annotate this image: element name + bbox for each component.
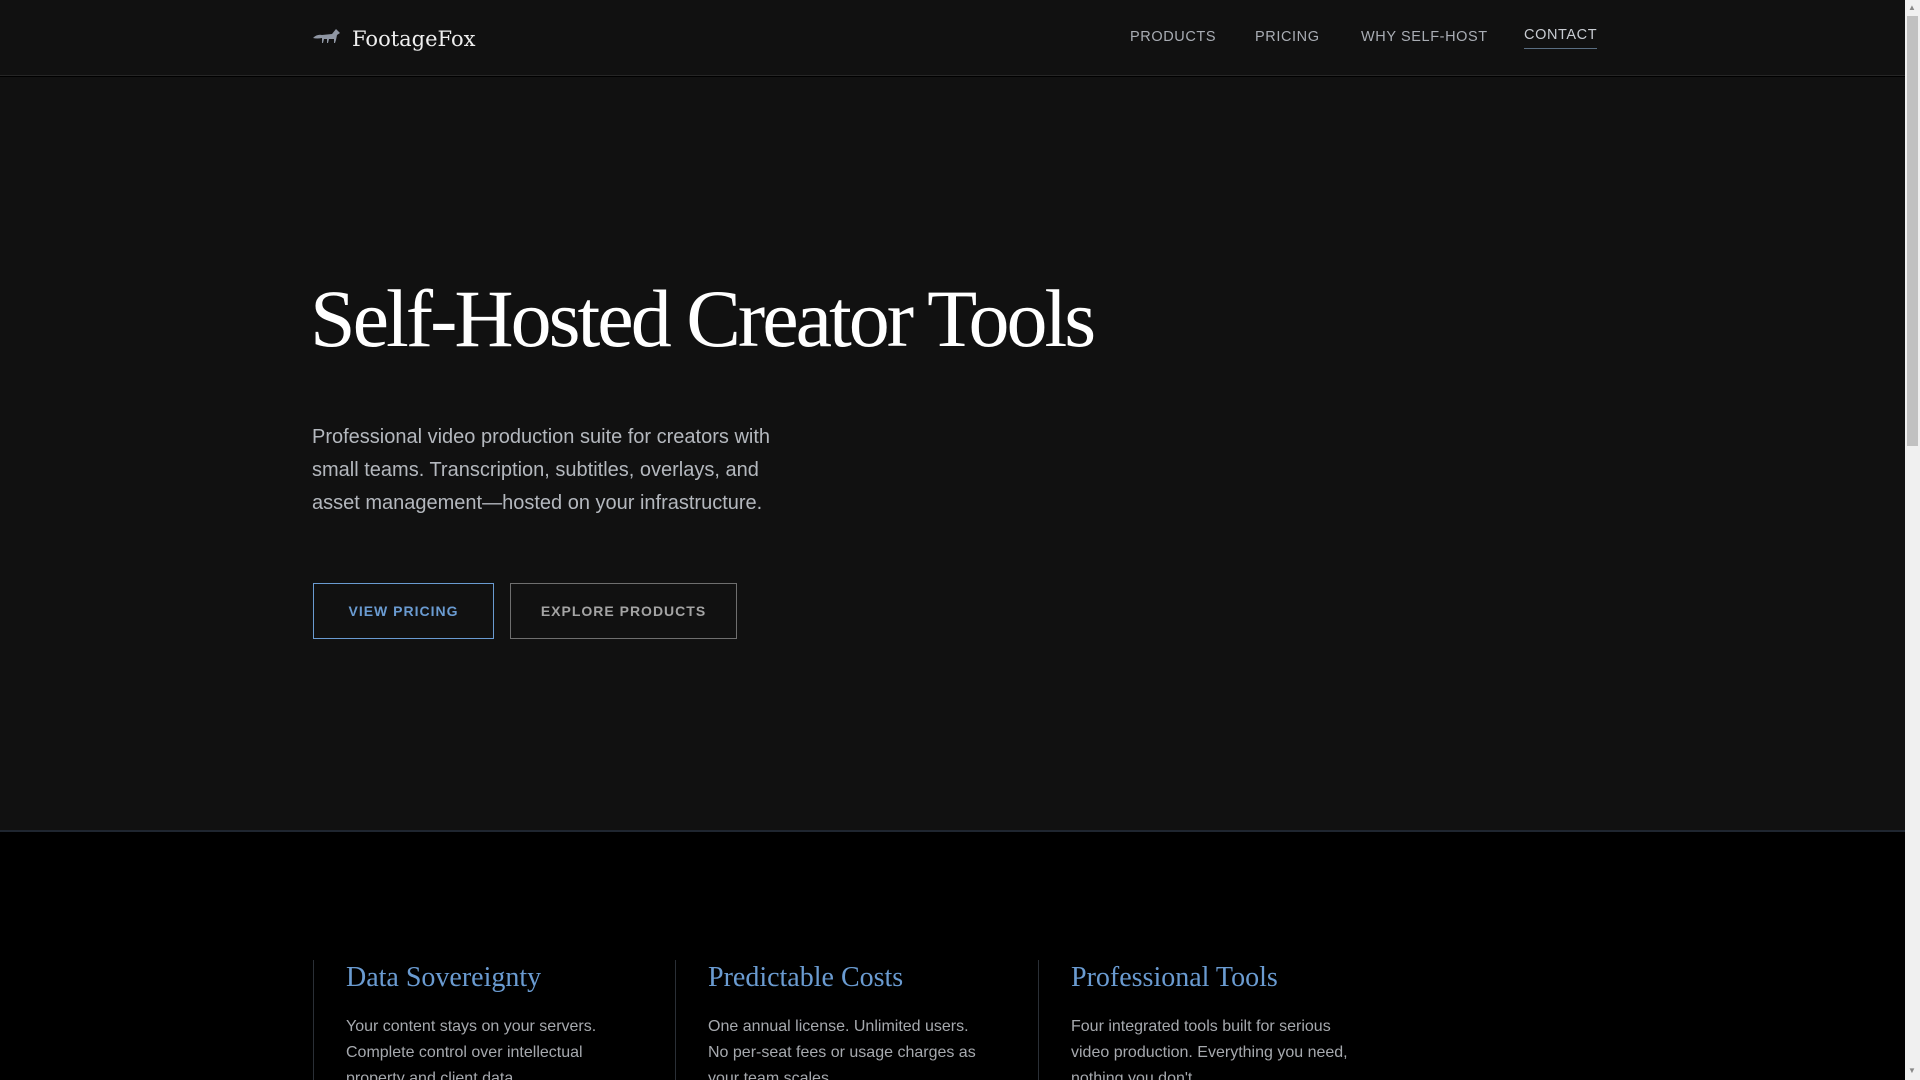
scrollbar-thumb[interactable] (1907, 16, 1918, 446)
feature-title: Predictable Costs (708, 962, 904, 993)
fox-icon (312, 26, 342, 51)
feature-title: Professional Tools (1071, 962, 1278, 993)
hero-title: Self-Hosted Creator Tools (310, 273, 1096, 364)
feature-predictable-costs: Predictable Costs One annual license. Un… (675, 960, 988, 1080)
feature-text: Your content stays on your servers. Comp… (346, 1018, 597, 1080)
explore-products-button[interactable]: EXPLORE PRODUCTS (510, 583, 737, 639)
brand-logo[interactable]: FootageFox (312, 26, 475, 51)
page: FootageFox PRODUCTS PRICING WHY SELF-HOS… (0, 0, 1905, 1080)
nav-contact[interactable]: CONTACT (1524, 27, 1598, 49)
feature-text: One annual license. Unlimited users. No … (708, 1018, 976, 1080)
feature-data-sovereignty: Data Sovereignty Your content stays on y… (313, 960, 626, 1080)
feature-professional-tools: Professional Tools Four integrated tools… (1038, 960, 1351, 1080)
feature-title: Data Sovereignty (346, 962, 542, 993)
vertical-scrollbar[interactable]: ▲ ▼ (1905, 0, 1920, 1080)
nav-products[interactable]: PRODUCTS (1130, 29, 1216, 45)
feature-text: Four integrated tools built for serious … (1071, 1018, 1348, 1080)
hero-section: Self-Hosted Creator Tools Professional v… (0, 77, 1905, 832)
brand-name: FootageFox (352, 26, 476, 51)
nav-why-self-host[interactable]: WHY SELF-HOST (1361, 29, 1488, 45)
site-header: FootageFox PRODUCTS PRICING WHY SELF-HOS… (0, 0, 1905, 76)
nav-pricing[interactable]: PRICING (1255, 29, 1320, 45)
scroll-up-icon[interactable]: ▲ (1908, 3, 1916, 12)
view-pricing-button[interactable]: VIEW PRICING (313, 583, 494, 639)
hero-lead: Professional video production suite for … (312, 426, 771, 514)
scroll-down-icon[interactable]: ▼ (1908, 1066, 1916, 1075)
